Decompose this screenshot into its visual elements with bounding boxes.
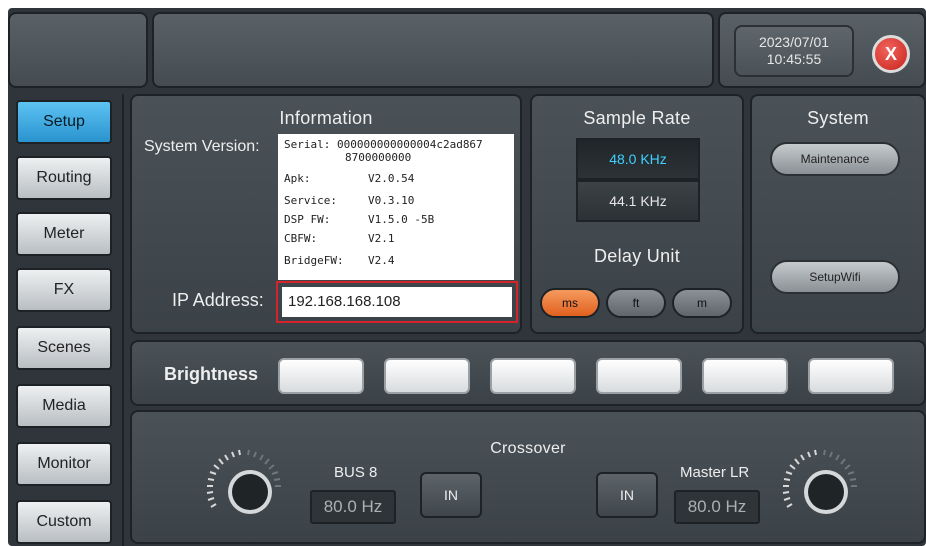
serial-line: Serial: 000000000000004c2ad867 — [284, 138, 483, 151]
delay-unit-title: Delay Unit — [593, 246, 681, 266]
dsp-fw-label: DSP FW: — [284, 213, 331, 226]
information-title: Information — [279, 108, 373, 128]
system-version-label: System Version: — [144, 138, 260, 155]
delay-unit-m[interactable]: m — [672, 288, 732, 318]
sample-rate-title: Sample Rate — [583, 108, 691, 128]
brightness-level-6[interactable] — [808, 358, 894, 394]
brightness-level-5[interactable] — [702, 358, 788, 394]
service-value: V0.3.10 — [368, 194, 415, 207]
dsp-fw-value: V1.5.0 -5B — [368, 213, 435, 226]
bus8-label: BUS 8 — [334, 464, 378, 481]
cbfw-value: V2.1 — [368, 232, 395, 245]
ip-address-highlight: 192.168.168.108 — [276, 281, 518, 323]
time-text: 10:45:55 — [766, 51, 822, 67]
top-left-panel — [8, 12, 148, 88]
ip-address-label: IP Address: — [172, 290, 264, 310]
system-title: System — [807, 108, 869, 128]
system-panel — [750, 94, 926, 334]
version-info-box: Serial: 000000000000004c2ad867 870000000… — [278, 134, 514, 280]
nav-custom[interactable]: Custom — [16, 500, 112, 544]
master-lr-label: Master LR — [680, 464, 750, 481]
nav-fx[interactable]: FX — [16, 268, 112, 312]
apk-value: V2.0.54 — [368, 172, 415, 185]
date-text: 2023/07/01 — [758, 34, 830, 50]
brightness-level-4[interactable] — [596, 358, 682, 394]
setup-wifi-button[interactable]: SetupWifi — [770, 260, 900, 294]
ip-address-field[interactable]: 192.168.168.108 — [282, 287, 512, 317]
master-lr-frequency-display: 80.0 Hz — [674, 490, 760, 524]
nav-scenes[interactable]: Scenes — [16, 326, 112, 370]
nav-routing[interactable]: Routing — [16, 156, 112, 200]
nav-divider — [122, 94, 124, 546]
nav-meter[interactable]: Meter — [16, 212, 112, 256]
sample-rate-48k[interactable]: 48.0 KHz — [576, 138, 700, 180]
serial-value-1: 000000000000004c2ad867 — [336, 138, 483, 151]
delay-unit-ft[interactable]: ft — [606, 288, 666, 318]
crossover-title: Crossover — [490, 440, 566, 457]
bus8-crossover-knob[interactable] — [204, 446, 284, 526]
datetime-display: 2023/07/01 10:45:55 — [734, 25, 854, 77]
sample-rate-44k[interactable]: 44.1 KHz — [576, 180, 700, 222]
nav-setup[interactable]: Setup — [16, 100, 112, 144]
bus8-in-button[interactable]: IN — [420, 472, 482, 518]
apk-label: Apk: — [284, 172, 311, 185]
serial-label: Serial: — [284, 138, 331, 151]
top-right-panel: 2023/07/01 10:45:55 X — [718, 12, 926, 88]
master-lr-in-button[interactable]: IN — [596, 472, 658, 518]
brightness-label: Brightness — [164, 364, 259, 384]
top-center-panel — [152, 12, 714, 88]
nav-media[interactable]: Media — [16, 384, 112, 428]
app-window: 2023/07/01 10:45:55 X Setup Routing Mete… — [8, 8, 926, 546]
brightness-level-1[interactable] — [278, 358, 364, 394]
bridgefw-label: BridgeFW: — [284, 254, 344, 267]
bridgefw-value: V2.4 — [368, 254, 395, 267]
nav-monitor[interactable]: Monitor — [16, 442, 112, 486]
brightness-level-3[interactable] — [490, 358, 576, 394]
master-lr-crossover-knob[interactable] — [780, 446, 860, 526]
bus8-frequency-display: 80.0 Hz — [310, 490, 396, 524]
delay-unit-ms[interactable]: ms — [540, 288, 600, 318]
brightness-level-2[interactable] — [384, 358, 470, 394]
maintenance-button[interactable]: Maintenance — [770, 142, 900, 176]
serial-value-2: 8700000000 — [345, 151, 412, 164]
cbfw-label: CBFW: — [284, 232, 318, 245]
close-button[interactable]: X — [872, 35, 910, 73]
service-label: Service: — [284, 194, 337, 207]
